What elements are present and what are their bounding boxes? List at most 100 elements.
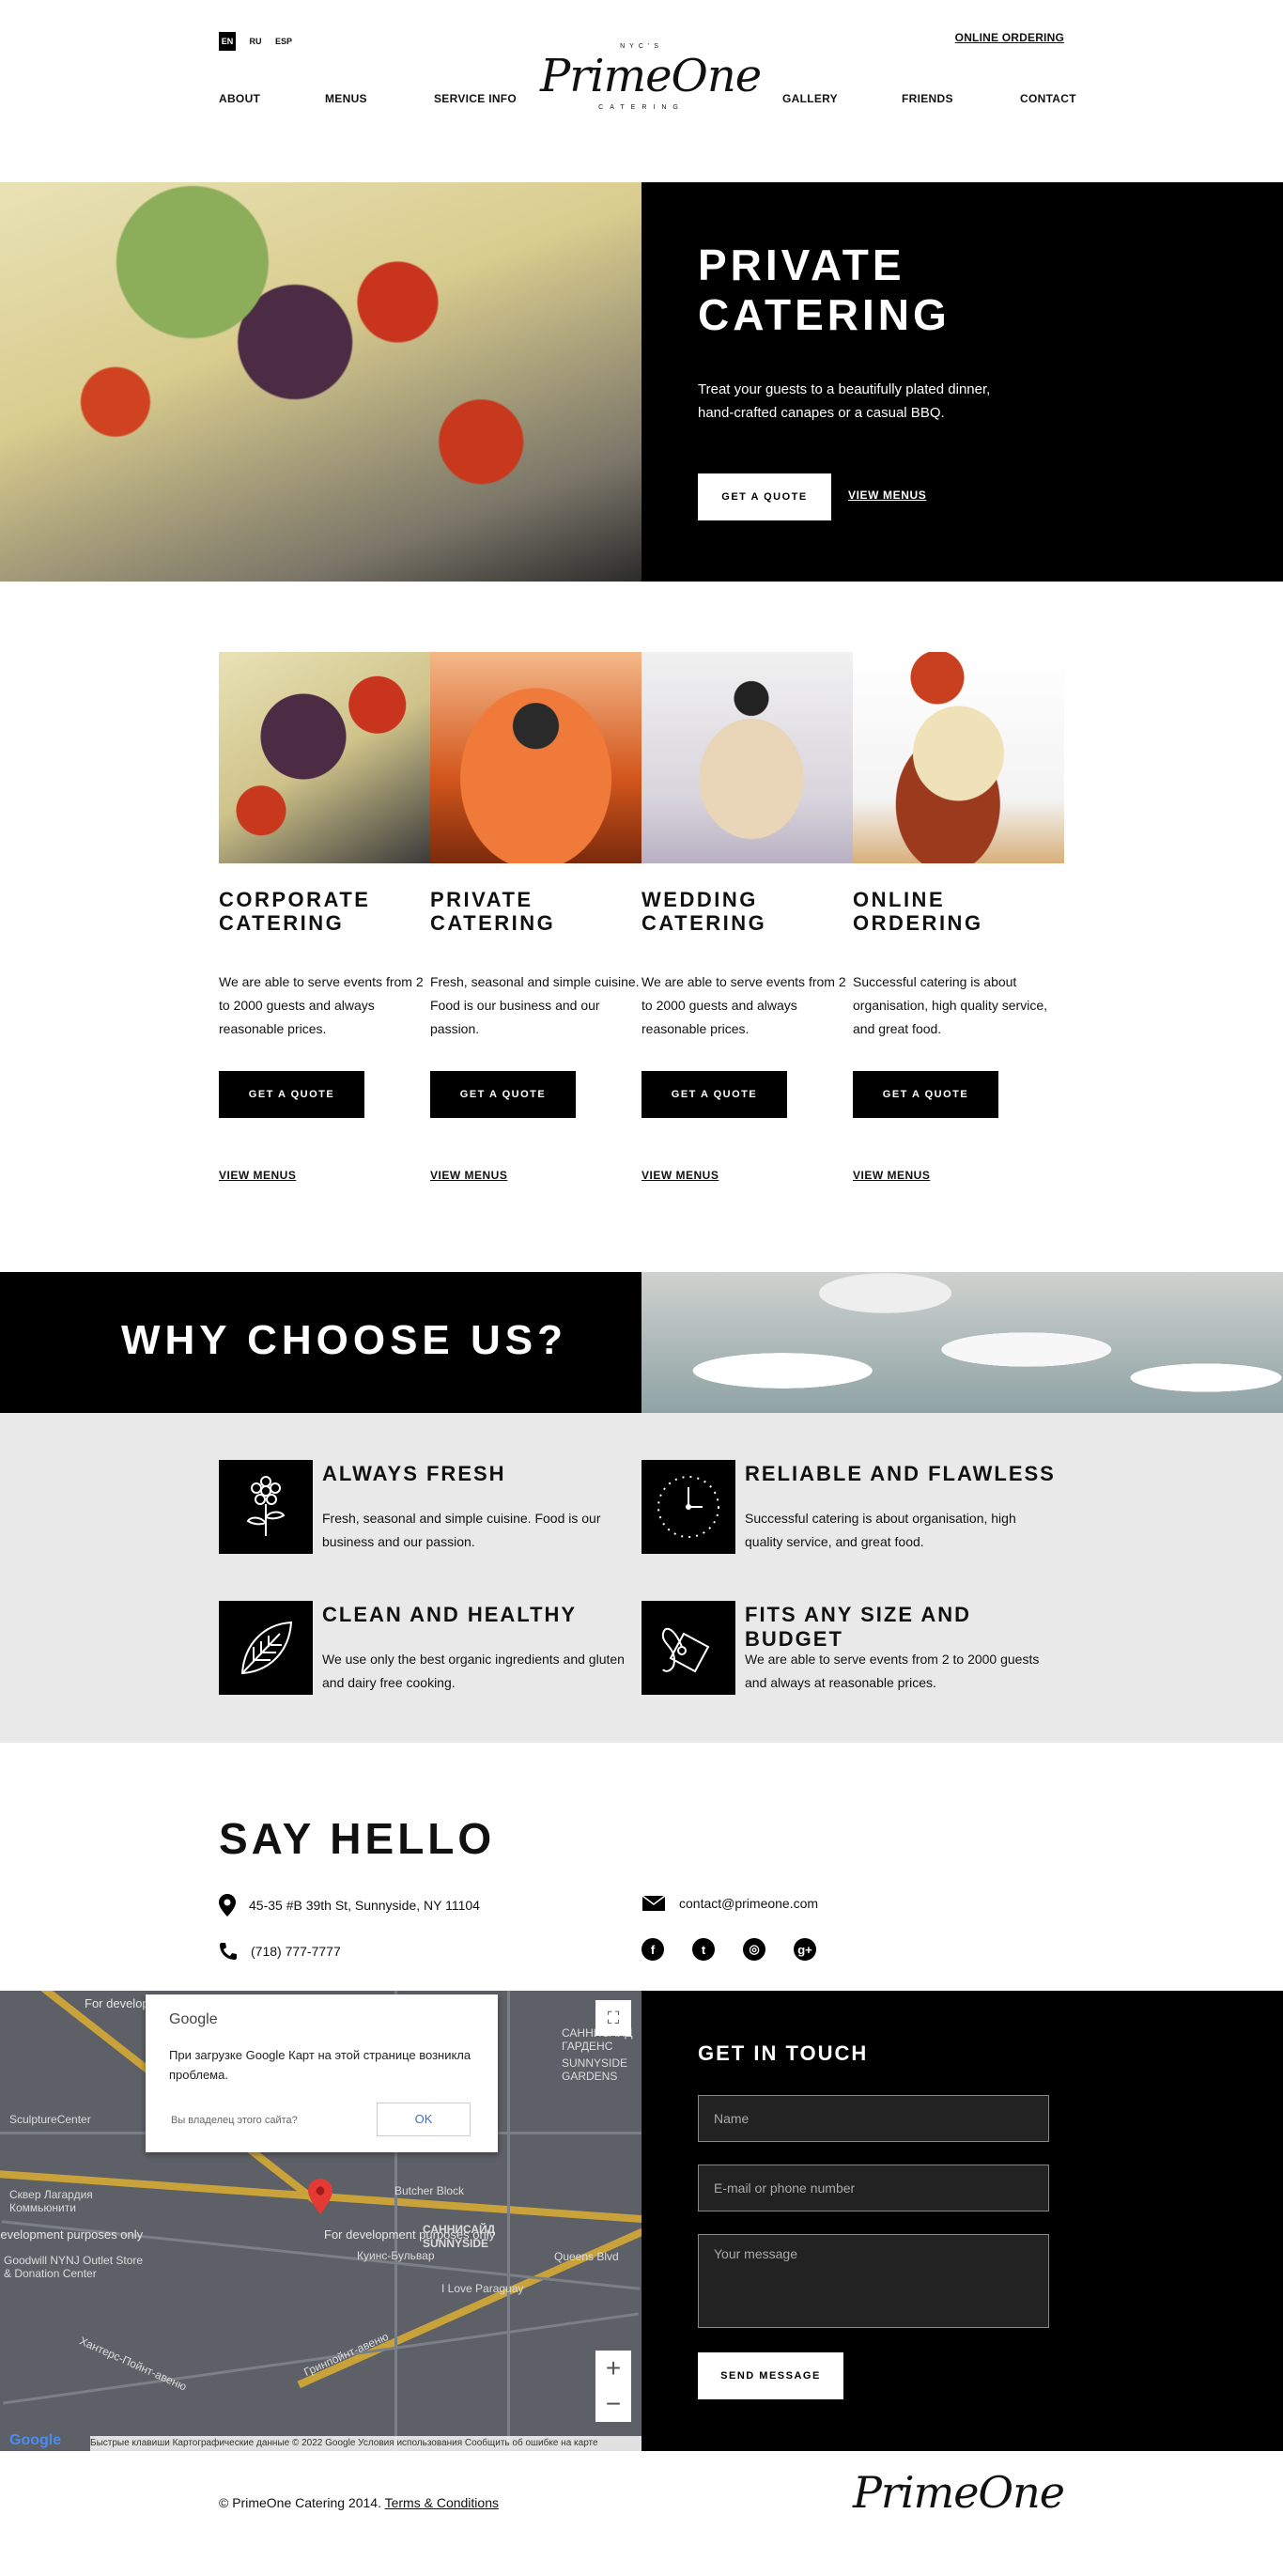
nav-menus[interactable]: MENUS [325, 92, 367, 105]
service-title-line1: CORPORATE [219, 888, 371, 911]
price-tag-icon [642, 1601, 735, 1695]
dialog-ok-button[interactable]: OK [377, 2103, 471, 2136]
say-hello-title: SAY HELLO [219, 1814, 496, 1863]
address-text: 45-35 #B 39th St, Sunnyside, NY 11104 [249, 1898, 480, 1913]
view-menus-link[interactable]: VIEW MENUS [642, 1169, 853, 1182]
map-label: SUNNYSIDE GARDENS [562, 2056, 628, 2083]
twitter-icon[interactable]: t [692, 1938, 715, 1961]
get-quote-button[interactable]: GET A QUOTE [853, 1071, 998, 1118]
map-attribution[interactable]: Быстрые клавиши Картографические данные … [90, 2436, 642, 2451]
feature-any-size: FITS ANY SIZE AND BUDGET We are able to … [642, 1601, 1074, 1695]
feature-text: Fresh, seasonal and simple cuisine. Food… [322, 1511, 601, 1549]
dialog-brand: Google [169, 2011, 218, 2027]
why-banner-image [642, 1272, 1283, 1413]
service-description: We are able to serve events from 2 to 20… [642, 974, 846, 1036]
map-label: I Love Paraguay [441, 2282, 524, 2295]
view-menus-link[interactable]: VIEW MENUS [219, 1169, 430, 1182]
service-title: WEDDING CATERING [642, 888, 853, 942]
service-title-line2: CATERING [430, 911, 556, 935]
fullscreen-icon[interactable]: ⛶ [595, 2000, 631, 2036]
nav-contact[interactable]: CONTACT [1020, 92, 1076, 105]
google-map[interactable]: САННИСАЙД ГАРДЕНС SUNNYSIDE GARDENS Butc… [0, 1991, 642, 2451]
footer-logo[interactable]: PrimeOne [853, 2467, 1065, 2518]
service-title-line2: CATERING [642, 911, 767, 935]
service-card-corporate: CORPORATE CATERING We are able to serve … [219, 652, 430, 1182]
google-plus-icon[interactable]: g+ [794, 1938, 816, 1961]
nav-service-info[interactable]: SERVICE INFO [434, 92, 517, 105]
dialog-owner-link[interactable]: Вы владелец этого сайта? [171, 2115, 298, 2126]
service-title-line2: ORDERING [853, 911, 983, 935]
service-card-private: PRIVATE CATERING Fresh, seasonal and sim… [430, 652, 642, 1182]
copyright: © PrimeOne Catering 2014. Terms & Condit… [219, 2495, 499, 2510]
feature-text: Successful catering is about organisatio… [745, 1511, 1016, 1549]
email-phone-field[interactable] [698, 2165, 1049, 2211]
phone-icon [220, 1943, 237, 1960]
service-title-line2: CATERING [219, 911, 345, 935]
service-description: We are able to serve events from 2 to 20… [219, 974, 424, 1036]
hero-food-image [0, 182, 642, 582]
view-menus-link[interactable]: VIEW MENUS [853, 1169, 1064, 1182]
nav-friends[interactable]: FRIENDS [902, 92, 953, 105]
map-marker-icon [308, 2179, 332, 2214]
map-street [507, 1991, 510, 2451]
service-description: Successful catering is about organisatio… [853, 974, 1048, 1036]
terms-link[interactable]: Terms & Conditions [385, 2495, 499, 2510]
hero-section [0, 182, 1283, 582]
service-title: ONLINE ORDERING [853, 888, 1064, 942]
phone-text[interactable]: (718) 777-7777 [251, 1944, 341, 1959]
service-title: PRIVATE CATERING [430, 888, 642, 942]
lang-esp[interactable]: ESP [275, 32, 292, 51]
map-error-dialog: Google При загрузке Google Карт на этой … [146, 1994, 498, 2152]
send-message-button[interactable]: SEND MESSAGE [698, 2352, 843, 2399]
get-quote-button[interactable]: GET A QUOTE [642, 1071, 787, 1118]
nav-gallery[interactable]: GALLERY [782, 92, 838, 105]
map-label: SculptureCenter [9, 2113, 91, 2126]
name-field[interactable] [698, 2095, 1049, 2142]
facebook-icon[interactable]: f [642, 1938, 664, 1961]
hero-get-quote-button[interactable]: GET A QUOTE [698, 473, 831, 520]
why-banner-dark: WHY CHOOSE US? [0, 1272, 642, 1413]
logo-tagline-bottom: CATERING [598, 104, 685, 111]
logo-tagline-top: NYC'S [620, 43, 663, 50]
language-switcher: EN RU ESP [219, 32, 292, 51]
logo-wordmark: PrimeOne [540, 50, 762, 102]
service-image [642, 652, 853, 863]
map-label: Гринпойнт-авеню [301, 2329, 391, 2380]
service-title-line1: ONLINE [853, 888, 946, 911]
feature-always-fresh: ALWAYS FRESH Fresh, seasonal and simple … [219, 1460, 651, 1554]
service-title-line1: WEDDING [642, 888, 758, 911]
site-logo[interactable]: NYC'S PrimeOne CATERING [540, 43, 762, 111]
instagram-icon[interactable]: ◎ [743, 1938, 765, 1961]
zoom-out-button[interactable]: − [595, 2386, 631, 2422]
lang-ru[interactable]: RU [247, 32, 264, 51]
google-logo: Google [9, 2432, 62, 2448]
feature-text: We use only the best organic ingredients… [322, 1652, 625, 1690]
online-ordering-link[interactable]: ONLINE ORDERING [955, 31, 1064, 44]
service-card-wedding: WEDDING CATERING We are able to serve ev… [642, 652, 853, 1182]
lang-en[interactable]: EN [219, 32, 236, 51]
why-title: WHY CHOOSE US? [120, 1317, 567, 1363]
feature-title: CLEAN AND HEALTHY [322, 1603, 578, 1626]
service-description: Fresh, seasonal and simple cuisine. Food… [430, 974, 640, 1036]
dialog-message: При загрузке Google Карт на этой страниц… [169, 2048, 471, 2082]
get-quote-button[interactable]: GET A QUOTE [430, 1071, 576, 1118]
contact-phone: (718) 777-7777 [219, 1942, 341, 1961]
map-label: Goodwill NYNJ Outlet Store & Donation Ce… [4, 2254, 144, 2280]
feature-title: FITS ANY SIZE AND BUDGET [745, 1603, 971, 1651]
view-menus-link[interactable]: VIEW MENUS [430, 1169, 642, 1182]
message-field[interactable] [698, 2234, 1049, 2328]
service-image [853, 652, 1064, 863]
zoom-in-button[interactable]: + [595, 2351, 631, 2386]
email-text[interactable]: contact@primeone.com [679, 1896, 818, 1911]
service-title-line1: PRIVATE [430, 888, 533, 911]
map-label: Куинс-Бульвар [357, 2249, 435, 2262]
service-card-online: ONLINE ORDERING Successful catering is a… [853, 652, 1064, 1182]
map-label: Butcher Block [394, 2184, 465, 2197]
copyright-text: © PrimeOne Catering 2014. [219, 2495, 381, 2510]
dev-watermark: For development purposes only [0, 2227, 144, 2242]
hero-view-menus-link[interactable]: VIEW MENUS [848, 489, 926, 502]
get-quote-button[interactable]: GET A QUOTE [219, 1071, 364, 1118]
nav-about[interactable]: ABOUT [219, 92, 260, 105]
site-header: EN RU ESP ONLINE ORDERING ABOUT MENUS SE… [0, 0, 1283, 182]
social-links: f t ◎ g+ [642, 1938, 816, 1961]
